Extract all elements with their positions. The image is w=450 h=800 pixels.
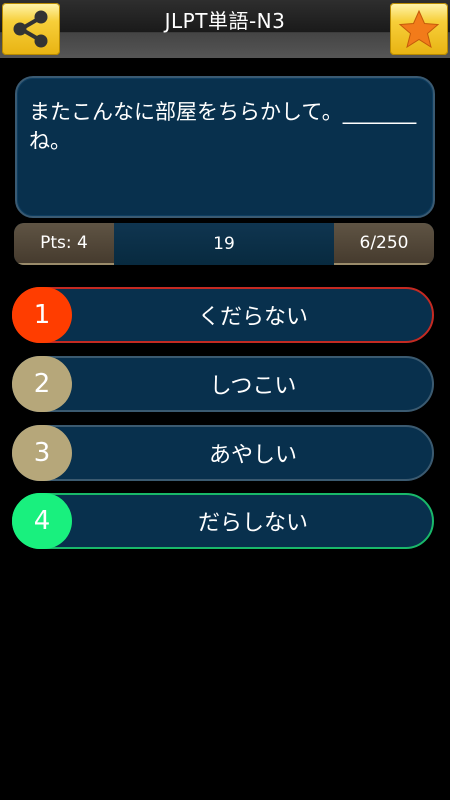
favorite-button[interactable] bbox=[390, 3, 448, 55]
status-bar: Pts: 4 19 6/250 bbox=[14, 223, 434, 265]
star-icon bbox=[398, 9, 440, 49]
countdown-timer: 19 bbox=[114, 223, 334, 265]
answer-option-3[interactable]: 3 あやしい bbox=[12, 425, 434, 481]
answer-number-badge: 2 bbox=[12, 356, 72, 412]
answer-text: しつこい bbox=[209, 374, 297, 399]
points-counter: Pts: 4 bbox=[14, 223, 114, 265]
question-card: またこんなに部屋をちらかして。_______ね。 bbox=[15, 76, 435, 218]
answer-text: くだらない bbox=[197, 305, 308, 330]
answer-text: あやしい bbox=[208, 443, 297, 468]
app-header: JLPT単語-N3 bbox=[0, 0, 450, 58]
answer-option-1[interactable]: 1 くだらない bbox=[12, 287, 434, 343]
answer-number-badge: 1 bbox=[12, 287, 72, 343]
answer-option-4[interactable]: 4 だらしない bbox=[12, 493, 434, 549]
answer-number-badge: 3 bbox=[12, 425, 72, 481]
question-text: またこんなに部屋をちらかして。_______ね。 bbox=[29, 100, 417, 153]
answer-text: だらしない bbox=[197, 511, 308, 536]
answer-number-badge: 4 bbox=[12, 493, 72, 549]
question-progress: 6/250 bbox=[334, 223, 434, 265]
app-title: JLPT単語-N3 bbox=[164, 9, 286, 33]
answer-option-2[interactable]: 2 しつこい bbox=[12, 356, 434, 412]
